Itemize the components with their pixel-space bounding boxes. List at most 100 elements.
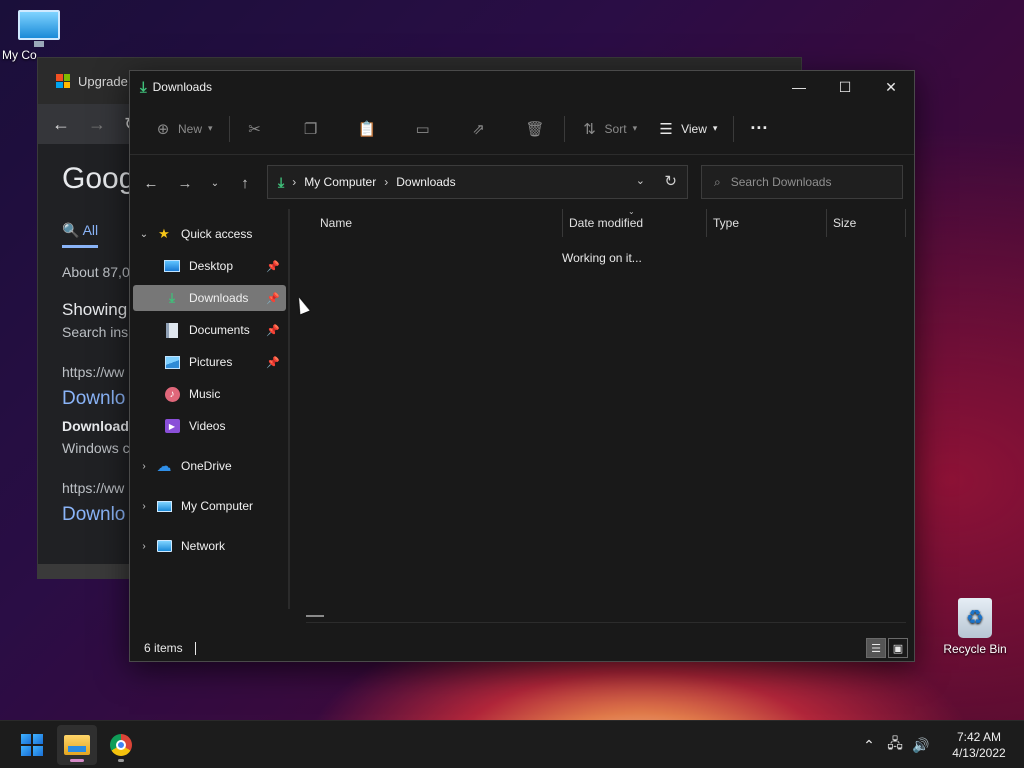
- chrome-icon: [110, 734, 132, 756]
- desktop-icon-recycle-bin[interactable]: ♻ Recycle Bin: [935, 598, 1015, 656]
- microsoft-logo-icon: [56, 74, 70, 88]
- nav-onedrive[interactable]: › ☁ OneDrive: [133, 453, 286, 479]
- file-explorer-window[interactable]: ⤓ Downloads — ☐ ✕ ⊕ New ▾ ✂ ❐ 📋 ▭ ⇗ 🗑 ⇅ …: [129, 70, 915, 662]
- navigation-pane: ⌄ ★ Quick access Desktop 📌 ⤓ Downloads 📌…: [130, 209, 288, 631]
- browser-back-icon[interactable]: ←: [52, 114, 70, 135]
- clock[interactable]: 7:42 AM 4/13/2022: [934, 729, 1024, 761]
- cut-button[interactable]: ✂: [240, 113, 270, 145]
- chevron-right-icon: ›: [142, 540, 146, 552]
- nav-network[interactable]: › Network: [133, 533, 286, 559]
- copy-button[interactable]: ❐: [296, 113, 326, 145]
- column-header-name[interactable]: Name: [314, 209, 563, 237]
- more-options-button[interactable]: ···: [744, 113, 774, 145]
- search-tab-label: All: [82, 222, 99, 238]
- nav-label: Videos: [189, 419, 226, 433]
- volume-icon[interactable]: 🔊: [908, 737, 934, 754]
- clock-time: 7:42 AM: [956, 730, 1002, 744]
- nav-label: OneDrive: [181, 459, 232, 473]
- view-button[interactable]: ☰ View ▾: [651, 113, 723, 145]
- taskbar-chrome[interactable]: [101, 725, 141, 765]
- address-row: ← → ⌄ ↑ ⤓ › My Computer › Downloads ⌄ ↻ …: [130, 165, 914, 201]
- pin-icon: 📌: [266, 292, 280, 305]
- nav-item-videos[interactable]: ▶ Videos: [133, 413, 286, 439]
- recent-locations-button[interactable]: ⌄: [202, 178, 228, 189]
- paste-button[interactable]: 📋: [352, 113, 382, 145]
- horizontal-scrollbar-track[interactable]: [306, 622, 906, 623]
- address-history-dropdown[interactable]: ⌄: [636, 174, 645, 187]
- status-bar: 6 items ☰ ▣: [130, 635, 914, 661]
- nav-item-downloads[interactable]: ⤓ Downloads 📌: [133, 285, 286, 311]
- back-button[interactable]: ←: [134, 175, 168, 192]
- network-status-icon[interactable]: 🖧: [882, 733, 908, 757]
- clock-date: 4/13/2022: [952, 746, 1006, 760]
- chevron-down-icon: ⌄: [139, 228, 149, 240]
- maximize-button[interactable]: ☐: [822, 71, 868, 103]
- delete-button[interactable]: 🗑: [520, 113, 550, 145]
- copy-icon: ❐: [303, 120, 318, 138]
- monitor-icon: [155, 498, 173, 514]
- minimize-button[interactable]: —: [776, 71, 822, 103]
- nav-item-desktop[interactable]: Desktop 📌: [133, 253, 286, 279]
- share-icon: ⇗: [472, 120, 485, 138]
- desktop-icon-label: Recycle Bin: [943, 642, 1007, 656]
- nav-label: Network: [181, 539, 226, 553]
- nav-label: Pictures: [189, 355, 233, 369]
- sort-arrows-icon: ⇅: [583, 120, 596, 138]
- chevron-down-icon: ▾: [712, 123, 718, 133]
- music-icon: ♪: [163, 386, 181, 402]
- browser-forward-icon[interactable]: →: [88, 114, 106, 135]
- chevron-right-icon: ›: [292, 175, 297, 189]
- system-tray: ⌃ 🖧 🔊 7:42 AM 4/13/2022: [856, 721, 1024, 768]
- search-tab-all[interactable]: 🔍 All: [62, 222, 99, 248]
- nav-quick-access[interactable]: ⌄ ★ Quick access: [133, 221, 286, 247]
- window-title: Downloads: [152, 80, 213, 94]
- sort-button[interactable]: ⇅ Sort ▾: [575, 113, 644, 145]
- column-header-size[interactable]: Size: [827, 209, 906, 237]
- folder-icon: [64, 735, 90, 755]
- close-button[interactable]: ✕: [868, 71, 914, 103]
- ellipsis-icon: ···: [750, 118, 769, 138]
- active-indicator: [70, 759, 84, 762]
- download-icon: ⤓: [140, 78, 147, 96]
- windows-logo-icon: [21, 734, 43, 756]
- taskbar-file-explorer[interactable]: [57, 725, 97, 765]
- chevron-up-icon[interactable]: ⌃: [856, 737, 882, 754]
- search-icon: ⌕: [714, 174, 721, 189]
- chevron-down-icon: ▾: [632, 123, 638, 133]
- horizontal-scrollbar-thumb[interactable]: [306, 615, 324, 617]
- nav-item-documents[interactable]: Documents 📌: [133, 317, 286, 343]
- share-button[interactable]: ⇗: [464, 113, 494, 145]
- nav-item-pictures[interactable]: Pictures 📌: [133, 349, 286, 375]
- start-button[interactable]: [12, 725, 52, 765]
- scissors-icon: ✂: [248, 120, 261, 138]
- nav-my-computer[interactable]: › My Computer: [133, 493, 286, 519]
- forward-button[interactable]: →: [168, 175, 202, 192]
- view-label: View: [681, 121, 707, 136]
- rename-button[interactable]: ▭: [408, 113, 438, 145]
- nav-item-music[interactable]: ♪ Music: [133, 381, 286, 407]
- column-header-type[interactable]: Type: [707, 209, 827, 237]
- breadcrumb-downloads[interactable]: Downloads: [396, 175, 455, 189]
- new-button[interactable]: ⊕ New ▾: [148, 113, 219, 145]
- refresh-button[interactable]: ↻: [664, 172, 677, 190]
- new-label: New: [178, 121, 203, 136]
- address-bar[interactable]: ⤓ › My Computer › Downloads ⌄ ↻: [267, 165, 688, 199]
- toolbar-divider: [563, 115, 565, 142]
- column-header-date-modified[interactable]: ⌄ Date modified: [563, 207, 707, 237]
- toolbar-divider: [733, 115, 735, 142]
- up-button[interactable]: ↑: [228, 175, 262, 192]
- column-label: Name: [320, 216, 353, 230]
- explorer-titlebar[interactable]: ⤓ Downloads — ☐ ✕: [130, 71, 914, 103]
- chevron-down-icon: ▾: [208, 123, 213, 133]
- browser-tab-title[interactable]: Upgrade: [78, 74, 128, 89]
- details-view-button[interactable]: ☰: [866, 638, 886, 658]
- file-list[interactable]: Name ⌄ Date modified Type Size Working o…: [290, 207, 914, 631]
- nav-label: Downloads: [189, 291, 249, 305]
- desktop-icon-my-computer[interactable]: My Co: [0, 10, 80, 62]
- plus-circle-icon: ⊕: [156, 120, 170, 138]
- download-icon: ⤓: [169, 290, 175, 305]
- chevron-right-icon: ›: [142, 500, 146, 512]
- search-box[interactable]: ⌕ Search Downloads: [701, 165, 903, 199]
- breadcrumb-my-computer[interactable]: My Computer: [304, 175, 376, 189]
- large-icons-view-button[interactable]: ▣: [888, 638, 908, 658]
